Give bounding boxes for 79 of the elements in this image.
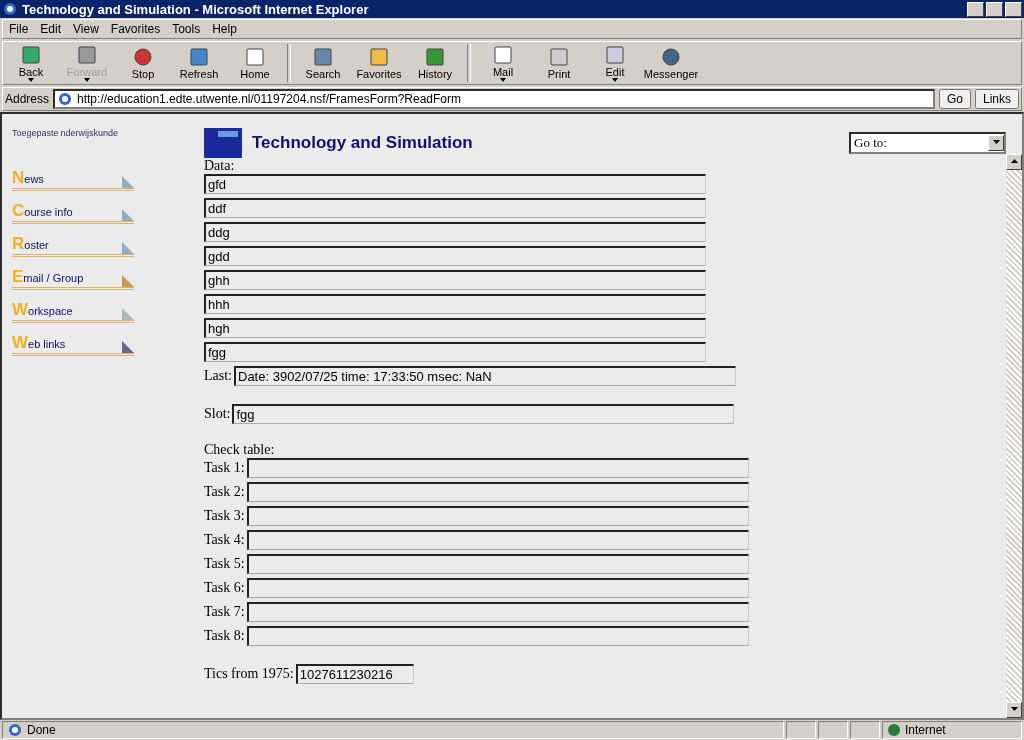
window-title: Technology and Simulation - Microsoft Internet Explorer	[22, 1, 369, 17]
down-arrow-icon	[1010, 707, 1018, 711]
down-arrow-icon	[992, 140, 1000, 144]
input-field[interactable]: 1027611230216	[295, 664, 414, 684]
browser-logo-icon	[7, 722, 23, 738]
nav-link[interactable]: Web links	[12, 332, 134, 356]
input-field[interactable]: gdd	[204, 246, 706, 266]
browser-logo-icon	[57, 91, 74, 107]
nav-link[interactable]: News	[12, 167, 134, 191]
toolbar-button[interactable]: Messenger	[643, 44, 699, 82]
logo-text: Toegepaste	[12, 128, 59, 138]
menu-item[interactable]: File	[3, 20, 35, 38]
menu-item[interactable]: Favorites	[104, 20, 167, 38]
input-field[interactable]	[246, 458, 749, 478]
toolbar-button[interactable]: Back	[3, 42, 59, 84]
input-field[interactable]: gfd	[204, 174, 706, 194]
input-field[interactable]: hgh	[204, 318, 706, 338]
nav-link[interactable]: Roster	[12, 233, 134, 257]
field-label: Task 7:	[204, 604, 245, 620]
input-field[interactable]: ddf	[204, 198, 706, 218]
input-field[interactable]: ghh	[204, 270, 706, 290]
input-field[interactable]	[246, 626, 749, 646]
browser-logo-icon	[2, 1, 18, 17]
minimize-button[interactable]	[967, 1, 984, 17]
maximize-button[interactable]	[986, 1, 1003, 17]
scroll-up-button[interactable]	[1006, 154, 1022, 170]
up-arrow-icon	[1010, 159, 1018, 163]
input-field[interactable]: hhh	[204, 294, 706, 314]
toolbar-button[interactable]: Mail	[475, 42, 531, 84]
page-title: Technology and Simulation	[252, 133, 473, 153]
nav-link[interactable]: Email / Group	[12, 266, 134, 290]
input-field[interactable]: ddg	[204, 222, 706, 242]
go-button[interactable]: Go	[938, 89, 971, 109]
links-button[interactable]: Links	[975, 89, 1019, 109]
toolbar-button[interactable]: Stop	[115, 44, 171, 82]
logo-text: nderwijskunde	[60, 128, 119, 138]
close-button[interactable]	[1005, 1, 1022, 17]
menu-item[interactable]: Tools	[166, 20, 207, 38]
input-field[interactable]	[246, 506, 749, 526]
field-label: Task 3:	[204, 508, 245, 524]
address-field[interactable]: http://education1.edte.utwente.nl/01197204.nsf/FramesForm?ReadForm	[53, 89, 935, 109]
field-label: Task 1:	[204, 460, 245, 476]
address-label: Address	[5, 92, 50, 106]
toolbar-button[interactable]: Home	[227, 44, 283, 82]
field-label: Tics from 1975:	[204, 666, 294, 682]
menu-item[interactable]: Help	[206, 20, 243, 38]
input-field[interactable]	[246, 530, 749, 550]
scrollbar[interactable]	[1006, 154, 1022, 718]
menu-item[interactable]: Edit	[34, 20, 68, 38]
input-field[interactable]: fgg	[232, 404, 735, 424]
input-field[interactable]	[246, 554, 749, 574]
toolbar-button[interactable]: Favorites	[351, 44, 407, 82]
input-field[interactable]: fgg	[204, 342, 706, 362]
input-field[interactable]	[246, 482, 749, 502]
field-label: Slot:	[204, 406, 231, 422]
input-field[interactable]	[246, 602, 749, 622]
field-label: Task 8:	[204, 628, 245, 644]
toolbar-button[interactable]: Print	[531, 44, 587, 82]
field-label: Task 6:	[204, 580, 245, 596]
field-label: Task 5:	[204, 556, 245, 572]
data-label: Data:	[204, 158, 235, 173]
scroll-down-button[interactable]	[1006, 702, 1022, 718]
section-label: Check table:	[204, 442, 275, 457]
zone-text: Internet	[905, 723, 946, 737]
toolbar-button[interactable]: History	[407, 44, 463, 82]
toolbar-button[interactable]: Edit	[587, 42, 643, 84]
toolbar-button[interactable]: Refresh	[171, 44, 227, 82]
goto-select[interactable]: Go to:	[849, 132, 1006, 154]
nav-link[interactable]: Course info	[12, 200, 134, 224]
nav-link[interactable]: Workspace	[12, 299, 134, 323]
field-label: Task 4:	[204, 532, 245, 548]
input-field[interactable]	[246, 578, 749, 598]
toolbar-button[interactable]: Search	[295, 44, 351, 82]
input-field[interactable]: Date: 3902/07/25 time: 17:33:50 msec: NaN	[234, 366, 736, 386]
logo-icon	[204, 128, 242, 158]
field-label: Last:	[204, 368, 232, 384]
menu-item[interactable]: View	[67, 20, 105, 38]
field-label: Task 2:	[204, 484, 245, 500]
status-text: Done	[27, 723, 56, 737]
